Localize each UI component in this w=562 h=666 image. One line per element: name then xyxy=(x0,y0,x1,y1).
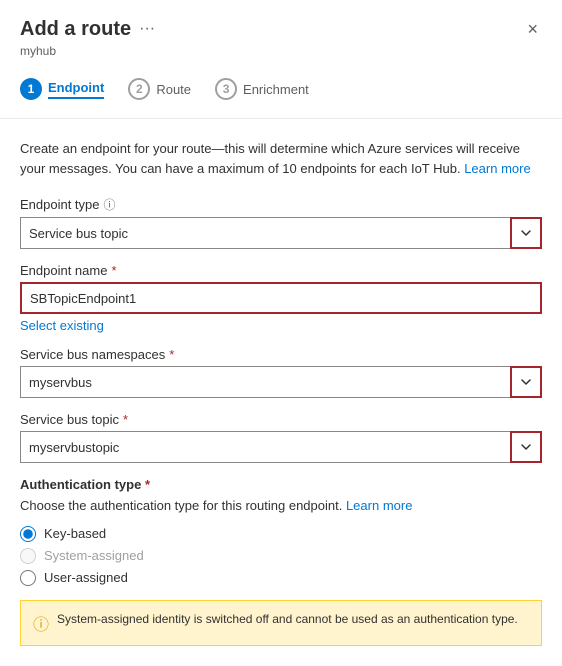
description-text: Create an endpoint for your route—this w… xyxy=(20,139,542,178)
endpoint-type-info-icon[interactable]: ⓘ xyxy=(104,196,116,213)
close-button[interactable]: × xyxy=(523,16,542,42)
panel-title: Add a route xyxy=(20,18,131,41)
warning-text: System-assigned identity is switched off… xyxy=(57,611,518,628)
endpoint-name-field: Endpoint name * Select existing xyxy=(20,263,542,333)
service-bus-topic-select-wrapper: myservbustopic xyxy=(20,431,542,463)
radio-user-assigned-label: User-assigned xyxy=(44,570,128,585)
auth-required-marker: * xyxy=(145,477,150,492)
auth-type-section: Authentication type * Choose the authent… xyxy=(20,477,542,586)
add-route-panel: Add a route ··· × myhub 1 Endpoint 2 Rou… xyxy=(0,0,562,666)
service-bus-topic-label: Service bus topic * xyxy=(20,412,542,427)
step-2-label: Route xyxy=(156,82,191,97)
warning-icon: ⓘ xyxy=(33,611,49,635)
endpoint-type-select[interactable]: Service bus topicEvent HubsStorageServic… xyxy=(20,217,542,249)
sbt-required: * xyxy=(123,412,128,427)
service-bus-namespaces-field: Service bus namespaces * myservbus xyxy=(20,347,542,398)
panel-body: Create an endpoint for your route—this w… xyxy=(0,119,562,666)
endpoint-name-input[interactable] xyxy=(20,282,542,314)
step-1-label: Endpoint xyxy=(48,80,104,99)
auth-description: Choose the authentication type for this … xyxy=(20,496,542,516)
endpoint-type-field: Endpoint type ⓘ Service bus topicEvent H… xyxy=(20,196,542,249)
title-row: Add a route ··· × xyxy=(20,16,542,42)
ellipsis-menu[interactable]: ··· xyxy=(139,20,155,38)
service-bus-namespaces-select-wrapper: myservbus xyxy=(20,366,542,398)
step-3-circle: 3 xyxy=(215,78,237,100)
step-2-circle: 2 xyxy=(128,78,150,100)
radio-key-based-label: Key-based xyxy=(44,526,106,541)
radio-system-assigned-label: System-assigned xyxy=(44,548,144,563)
auth-section-title: Authentication type * xyxy=(20,477,542,492)
endpoint-type-label: Endpoint type ⓘ xyxy=(20,196,542,213)
steps-navigation: 1 Endpoint 2 Route 3 Enrichment xyxy=(20,70,542,108)
service-bus-namespaces-label: Service bus namespaces * xyxy=(20,347,542,362)
warning-banner: ⓘ System-assigned identity is switched o… xyxy=(20,600,542,646)
radio-user-assigned-input[interactable] xyxy=(20,570,36,586)
select-existing-link[interactable]: Select existing xyxy=(20,318,104,333)
endpoint-type-select-wrapper: Service bus topicEvent HubsStorageServic… xyxy=(20,217,542,249)
service-bus-namespaces-select[interactable]: myservbus xyxy=(20,366,542,398)
auth-radio-group: Key-based System-assigned User-assigned xyxy=(20,526,542,586)
learn-more-endpoint-link[interactable]: Learn more xyxy=(464,161,530,176)
panel-subtitle: myhub xyxy=(20,44,542,58)
service-bus-topic-field: Service bus topic * myservbustopic xyxy=(20,412,542,463)
endpoint-name-required: * xyxy=(111,263,116,278)
step-endpoint[interactable]: 1 Endpoint xyxy=(20,70,104,108)
radio-key-based[interactable]: Key-based xyxy=(20,526,542,542)
step-1-circle: 1 xyxy=(20,78,42,100)
radio-system-assigned: System-assigned xyxy=(20,548,542,564)
service-bus-topic-select[interactable]: myservbustopic xyxy=(20,431,542,463)
sbn-required: * xyxy=(169,347,174,362)
endpoint-name-label: Endpoint name * xyxy=(20,263,542,278)
radio-key-based-input[interactable] xyxy=(20,526,36,542)
radio-system-assigned-input xyxy=(20,548,36,564)
step-enrichment[interactable]: 3 Enrichment xyxy=(215,70,309,108)
panel-header: Add a route ··· × myhub 1 Endpoint 2 Rou… xyxy=(0,0,562,119)
step-3-label: Enrichment xyxy=(243,82,309,97)
auth-learn-more-link[interactable]: Learn more xyxy=(346,498,412,513)
step-route[interactable]: 2 Route xyxy=(128,70,191,108)
radio-user-assigned[interactable]: User-assigned xyxy=(20,570,542,586)
